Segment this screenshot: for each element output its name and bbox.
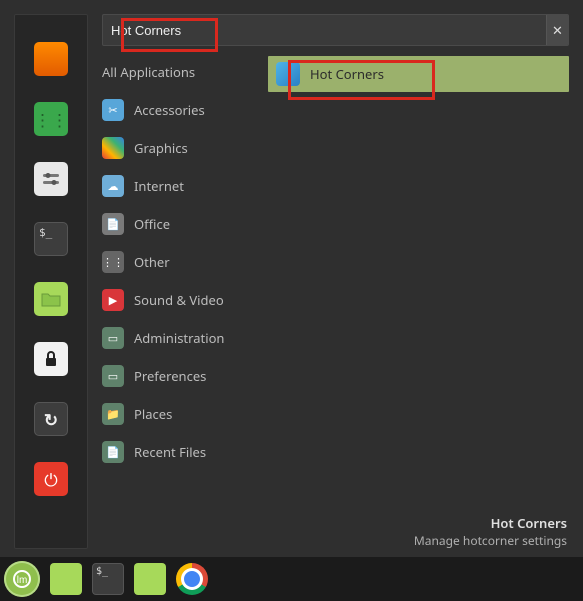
category-recent-files[interactable]: 📄 Recent Files bbox=[102, 440, 252, 464]
taskbar-terminal-icon[interactable] bbox=[92, 563, 124, 595]
category-preferences[interactable]: ▭ Preferences bbox=[102, 364, 252, 388]
category-label: Recent Files bbox=[134, 443, 206, 461]
category-label: Internet bbox=[134, 177, 184, 195]
category-label: Administration bbox=[134, 329, 224, 347]
result-label: Hot Corners bbox=[310, 65, 384, 83]
category-label: Other bbox=[134, 253, 170, 271]
app-description-footer: Hot Corners Manage hotcorner settings bbox=[102, 511, 569, 549]
places-icon: 📁 bbox=[102, 403, 124, 425]
result-hot-corners[interactable]: Hot Corners bbox=[268, 56, 569, 92]
terminal-icon[interactable] bbox=[34, 222, 68, 256]
category-label: Sound & Video bbox=[134, 291, 224, 309]
recent-files-icon: 📄 bbox=[102, 441, 124, 463]
category-all-applications[interactable]: All Applications bbox=[102, 60, 252, 84]
footer-title: Hot Corners bbox=[102, 515, 567, 533]
category-internet[interactable]: ☁ Internet bbox=[102, 174, 252, 198]
taskbar-files-icon[interactable] bbox=[50, 563, 82, 595]
category-office[interactable]: 📄 Office bbox=[102, 212, 252, 236]
categories-column: All Applications ✂ Accessories Graphics … bbox=[102, 56, 252, 511]
search-input[interactable] bbox=[111, 23, 538, 38]
files-icon[interactable] bbox=[34, 282, 68, 316]
category-sound-video[interactable]: ▶ Sound & Video bbox=[102, 288, 252, 312]
shutdown-icon[interactable]: ⏻ bbox=[34, 462, 68, 496]
category-label: Preferences bbox=[134, 367, 206, 385]
svg-text:lm: lm bbox=[17, 575, 28, 586]
system-settings-icon[interactable] bbox=[34, 162, 68, 196]
hot-corners-icon bbox=[276, 62, 300, 86]
sound-video-icon: ▶ bbox=[102, 289, 124, 311]
search-input-wrap bbox=[103, 15, 546, 45]
menu-right-column: ✕ All Applications ✂ Accessories Graphic… bbox=[88, 14, 569, 549]
software-manager-icon[interactable]: ⋮⋮ bbox=[34, 102, 68, 136]
category-label: All Applications bbox=[102, 63, 195, 81]
taskbar-chrome-icon[interactable] bbox=[176, 563, 208, 595]
favorites-column: ⋮⋮ ↻ ⏻ bbox=[14, 14, 88, 549]
taskbar: lm bbox=[0, 557, 583, 601]
internet-icon: ☁ bbox=[102, 175, 124, 197]
taskbar-files-2-icon[interactable] bbox=[134, 563, 166, 595]
menu-content: All Applications ✂ Accessories Graphics … bbox=[102, 56, 569, 511]
logout-icon[interactable]: ↻ bbox=[34, 402, 68, 436]
category-graphics[interactable]: Graphics bbox=[102, 136, 252, 160]
accessories-icon: ✂ bbox=[102, 99, 124, 121]
lock-screen-icon[interactable] bbox=[34, 342, 68, 376]
graphics-icon bbox=[102, 137, 124, 159]
footer-subtitle: Manage hotcorner settings bbox=[102, 533, 567, 549]
category-label: Places bbox=[134, 405, 172, 423]
firefox-icon[interactable] bbox=[34, 42, 68, 76]
results-column: Hot Corners bbox=[268, 56, 569, 511]
category-label: Office bbox=[134, 215, 170, 233]
clear-search-icon[interactable]: ✕ bbox=[546, 15, 568, 45]
start-menu-panel: ⋮⋮ ↻ ⏻ ✕ All Applications ✂ bbox=[0, 0, 583, 557]
start-menu-button[interactable]: lm bbox=[4, 561, 40, 597]
other-icon: ⋮⋮ bbox=[102, 251, 124, 273]
category-administration[interactable]: ▭ Administration bbox=[102, 326, 252, 350]
category-label: Accessories bbox=[134, 101, 205, 119]
category-other[interactable]: ⋮⋮ Other bbox=[102, 250, 252, 274]
category-label: Graphics bbox=[134, 139, 188, 157]
category-places[interactable]: 📁 Places bbox=[102, 402, 252, 426]
office-icon: 📄 bbox=[102, 213, 124, 235]
category-accessories[interactable]: ✂ Accessories bbox=[102, 98, 252, 122]
preferences-icon: ▭ bbox=[102, 365, 124, 387]
administration-icon: ▭ bbox=[102, 327, 124, 349]
search-row: ✕ bbox=[102, 14, 569, 46]
